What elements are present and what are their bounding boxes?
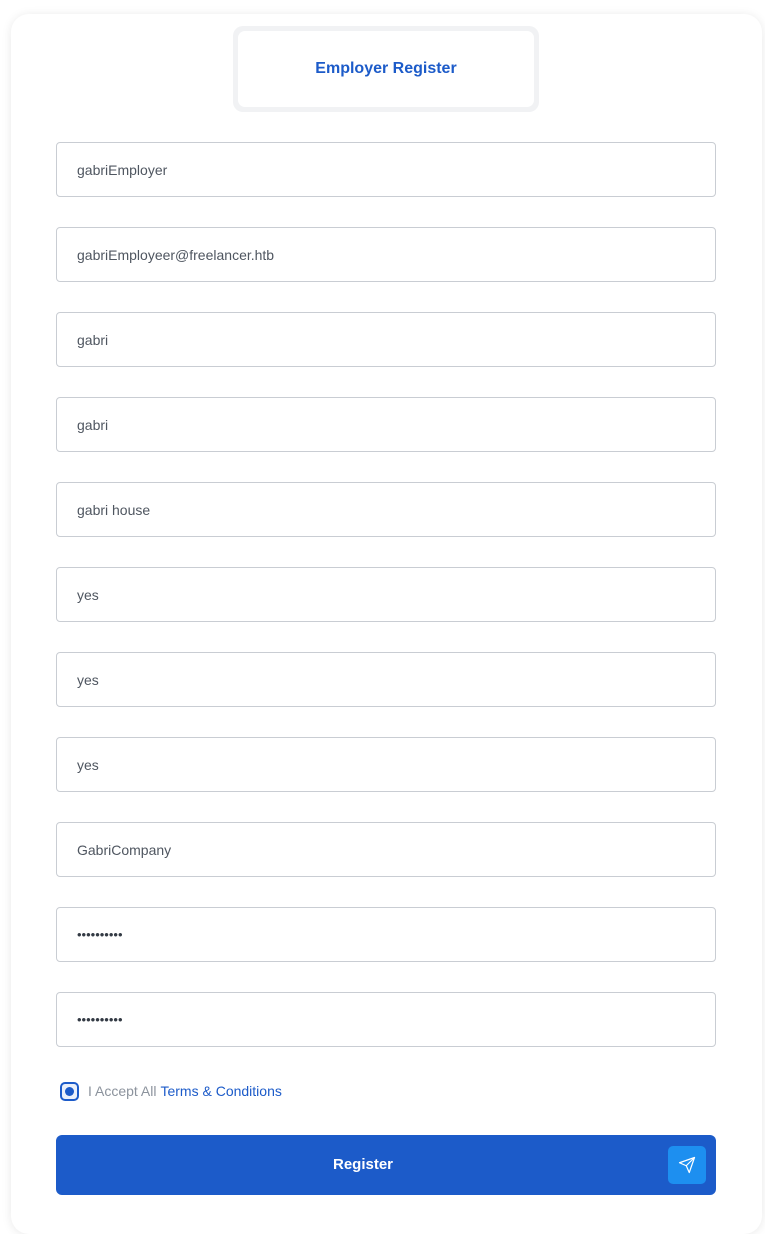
security-question-3-field[interactable] bbox=[56, 737, 716, 792]
password-field[interactable] bbox=[56, 907, 716, 962]
confirm-password-field[interactable] bbox=[56, 992, 716, 1047]
send-icon bbox=[668, 1146, 706, 1184]
page-title: Employer Register bbox=[238, 31, 534, 107]
terms-link[interactable]: Terms & Conditions bbox=[160, 1083, 281, 1099]
email-field[interactable] bbox=[56, 227, 716, 282]
terms-checkbox[interactable] bbox=[60, 1081, 79, 1101]
last-name-field[interactable] bbox=[56, 397, 716, 452]
title-tab: Employer Register bbox=[233, 26, 539, 112]
register-button-label: Register bbox=[332, 1156, 394, 1173]
security-question-1-field[interactable] bbox=[56, 567, 716, 622]
username-field[interactable] bbox=[56, 142, 716, 197]
security-question-2-field[interactable] bbox=[56, 652, 716, 707]
first-name-field[interactable] bbox=[56, 312, 716, 367]
address-field[interactable] bbox=[56, 482, 716, 537]
checkbox-checked-icon bbox=[65, 1086, 74, 1096]
company-name-field[interactable] bbox=[56, 822, 716, 877]
register-button[interactable]: Register bbox=[56, 1135, 716, 1195]
terms-row: I Accept All Terms & Conditions bbox=[58, 1079, 282, 1103]
register-card bbox=[11, 14, 762, 1234]
terms-label: I Accept All bbox=[88, 1083, 157, 1099]
